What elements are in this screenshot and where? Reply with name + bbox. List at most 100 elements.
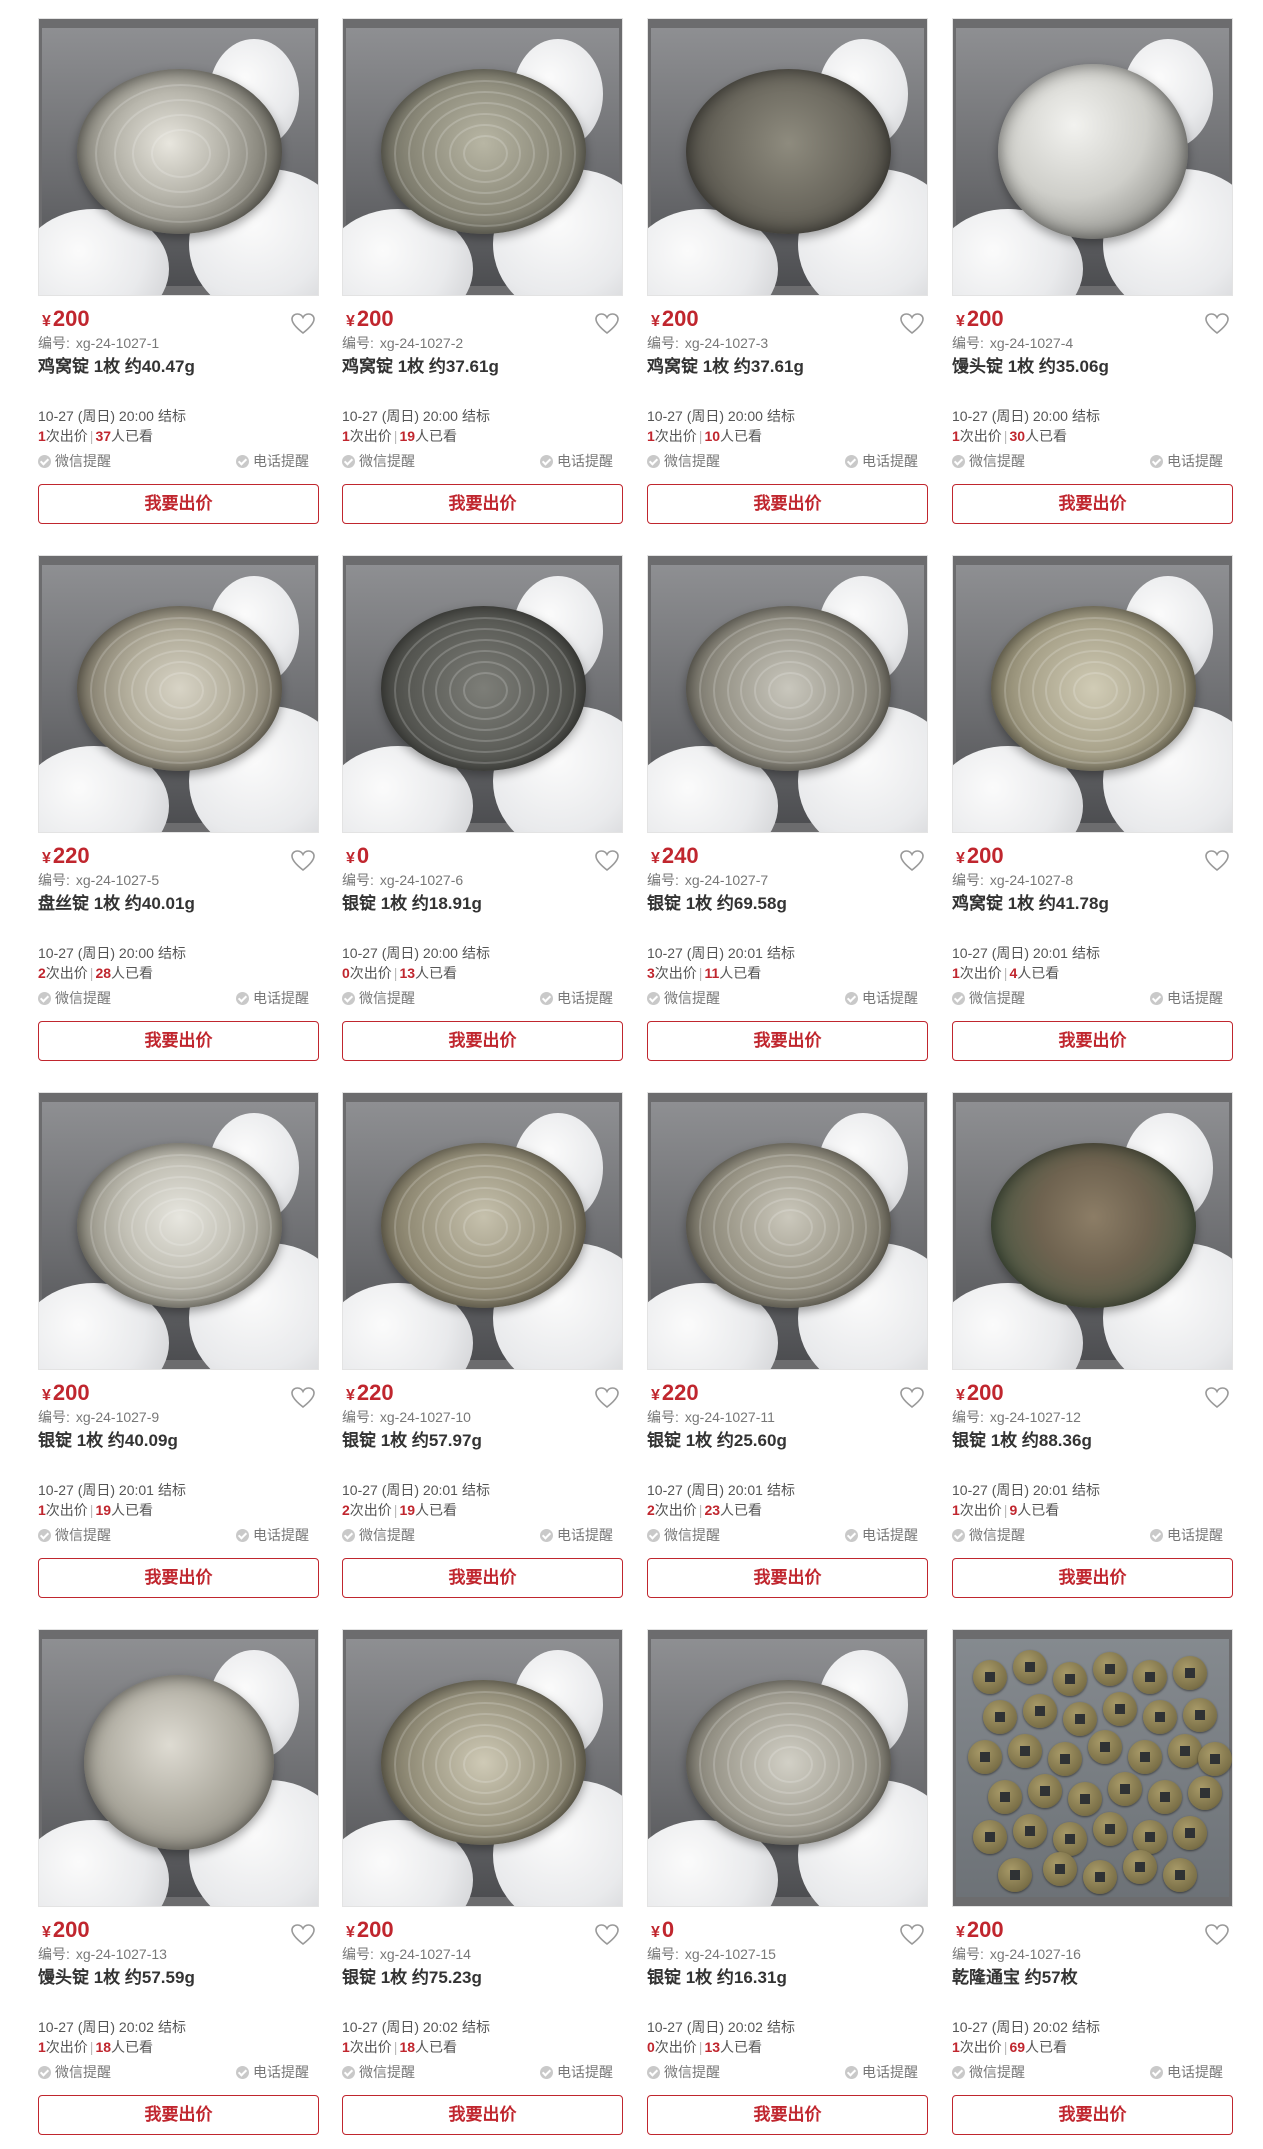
lot-photo[interactable]: [38, 18, 319, 296]
place-bid-button[interactable]: 我要出价: [647, 1558, 928, 1598]
favorite-heart-icon[interactable]: [1204, 849, 1230, 873]
place-bid-button[interactable]: 我要出价: [647, 484, 928, 524]
wechat-reminder-toggle[interactable]: 微信提醒: [342, 2063, 415, 2081]
lot-photo[interactable]: [952, 18, 1233, 296]
favorite-heart-icon[interactable]: [899, 1386, 925, 1410]
place-bid-button[interactable]: 我要出价: [342, 484, 623, 524]
lot-title[interactable]: 银锭 1枚 约40.09g: [38, 1430, 178, 1452]
place-bid-button[interactable]: 我要出价: [952, 484, 1233, 524]
wechat-reminder-toggle[interactable]: 微信提醒: [647, 2063, 720, 2081]
lot-title[interactable]: 鸡窝锭 1枚 约37.61g: [342, 356, 499, 378]
wechat-reminder-toggle[interactable]: 微信提醒: [647, 989, 720, 1007]
lot-photo[interactable]: [342, 1092, 623, 1370]
wechat-reminder-toggle[interactable]: 微信提醒: [952, 2063, 1025, 2081]
lot-title[interactable]: 鸡窝锭 1枚 约40.47g: [38, 356, 195, 378]
lot-photo[interactable]: [952, 1629, 1233, 1907]
favorite-heart-icon[interactable]: [594, 1386, 620, 1410]
place-bid-button[interactable]: 我要出价: [38, 484, 319, 524]
wechat-reminder-toggle[interactable]: 微信提醒: [342, 1526, 415, 1544]
place-bid-button[interactable]: 我要出价: [952, 1021, 1233, 1061]
lot-title[interactable]: 鸡窝锭 1枚 约37.61g: [647, 356, 804, 378]
lot-title[interactable]: 乾隆通宝 约57枚: [952, 1967, 1078, 1989]
phone-reminder-toggle[interactable]: 电话提醒: [540, 452, 613, 470]
lot-title[interactable]: 银锭 1枚 约18.91g: [342, 893, 482, 915]
wechat-reminder-toggle[interactable]: 微信提醒: [38, 989, 111, 1007]
place-bid-button[interactable]: 我要出价: [952, 1558, 1233, 1598]
lot-photo[interactable]: [647, 18, 928, 296]
phone-reminder-toggle[interactable]: 电话提醒: [540, 1526, 613, 1544]
place-bid-button[interactable]: 我要出价: [38, 1021, 319, 1061]
wechat-reminder-toggle[interactable]: 微信提醒: [342, 989, 415, 1007]
lot-photo[interactable]: [38, 1629, 319, 1907]
favorite-heart-icon[interactable]: [1204, 1923, 1230, 1947]
lot-title[interactable]: 银锭 1枚 约25.60g: [647, 1430, 787, 1452]
wechat-reminder-toggle[interactable]: 微信提醒: [952, 1526, 1025, 1544]
phone-reminder-toggle[interactable]: 电话提醒: [236, 989, 309, 1007]
place-bid-button[interactable]: 我要出价: [38, 1558, 319, 1598]
favorite-heart-icon[interactable]: [899, 849, 925, 873]
wechat-reminder-toggle[interactable]: 微信提醒: [952, 452, 1025, 470]
phone-reminder-toggle[interactable]: 电话提醒: [236, 1526, 309, 1544]
favorite-heart-icon[interactable]: [290, 849, 316, 873]
favorite-heart-icon[interactable]: [594, 312, 620, 336]
phone-reminder-toggle[interactable]: 电话提醒: [236, 452, 309, 470]
lot-photo[interactable]: [647, 1629, 928, 1907]
lot-code: 编号: xg-24-1027-6: [342, 871, 463, 889]
favorite-heart-icon[interactable]: [290, 1923, 316, 1947]
lot-title[interactable]: 银锭 1枚 约88.36g: [952, 1430, 1092, 1452]
wechat-reminder-toggle[interactable]: 微信提醒: [38, 1526, 111, 1544]
place-bid-button[interactable]: 我要出价: [342, 2095, 623, 2135]
lot-photo[interactable]: [952, 1092, 1233, 1370]
place-bid-button[interactable]: 我要出价: [38, 2095, 319, 2135]
phone-reminder-toggle[interactable]: 电话提醒: [1150, 2063, 1223, 2081]
lot-photo[interactable]: [342, 555, 623, 833]
lot-title[interactable]: 银锭 1枚 约16.31g: [647, 1967, 787, 1989]
phone-reminder-toggle[interactable]: 电话提醒: [845, 452, 918, 470]
lot-title[interactable]: 馒头锭 1枚 约35.06g: [952, 356, 1109, 378]
place-bid-button[interactable]: 我要出价: [342, 1021, 623, 1061]
lot-photo[interactable]: [38, 1092, 319, 1370]
lot-title[interactable]: 银锭 1枚 约57.97g: [342, 1430, 482, 1452]
place-bid-button[interactable]: 我要出价: [647, 2095, 928, 2135]
phone-reminder-toggle[interactable]: 电话提醒: [236, 2063, 309, 2081]
wechat-reminder-toggle[interactable]: 微信提醒: [647, 1526, 720, 1544]
check-circle-icon: [845, 2065, 858, 2079]
lot-photo[interactable]: [647, 1092, 928, 1370]
wechat-reminder-toggle[interactable]: 微信提醒: [647, 452, 720, 470]
phone-reminder-toggle[interactable]: 电话提醒: [1150, 1526, 1223, 1544]
lot-title[interactable]: 银锭 1枚 约75.23g: [342, 1967, 482, 1989]
phone-reminder-toggle[interactable]: 电话提醒: [845, 1526, 918, 1544]
favorite-heart-icon[interactable]: [899, 1923, 925, 1947]
lot-code: 编号: xg-24-1027-11: [647, 1408, 775, 1426]
favorite-heart-icon[interactable]: [1204, 312, 1230, 336]
favorite-heart-icon[interactable]: [290, 312, 316, 336]
wechat-reminder-toggle[interactable]: 微信提醒: [38, 452, 111, 470]
phone-reminder-toggle[interactable]: 电话提醒: [845, 989, 918, 1007]
place-bid-button[interactable]: 我要出价: [647, 1021, 928, 1061]
wechat-reminder-toggle[interactable]: 微信提醒: [342, 452, 415, 470]
lot-photo[interactable]: [342, 18, 623, 296]
lot-photo[interactable]: [38, 555, 319, 833]
phone-reminder-toggle[interactable]: 电话提醒: [540, 2063, 613, 2081]
favorite-heart-icon[interactable]: [1204, 1386, 1230, 1410]
place-bid-button[interactable]: 我要出价: [952, 2095, 1233, 2135]
phone-reminder-toggle[interactable]: 电话提醒: [1150, 989, 1223, 1007]
favorite-heart-icon[interactable]: [594, 1923, 620, 1947]
phone-reminder-toggle[interactable]: 电话提醒: [845, 2063, 918, 2081]
place-bid-button[interactable]: 我要出价: [342, 1558, 623, 1598]
phone-reminder-toggle[interactable]: 电话提醒: [1150, 452, 1223, 470]
lot-photo[interactable]: [647, 555, 928, 833]
lot-title[interactable]: 鸡窝锭 1枚 约41.78g: [952, 893, 1109, 915]
wechat-reminder-toggle[interactable]: 微信提醒: [952, 989, 1025, 1007]
phone-reminder-toggle[interactable]: 电话提醒: [540, 989, 613, 1007]
lot-photo[interactable]: [342, 1629, 623, 1907]
favorite-heart-icon[interactable]: [290, 1386, 316, 1410]
lot-photo[interactable]: [952, 555, 1233, 833]
deadline-time: 10-27 (周日) 20:02: [342, 2019, 458, 2035]
lot-title[interactable]: 银锭 1枚 约69.58g: [647, 893, 787, 915]
lot-title[interactable]: 馒头锭 1枚 约57.59g: [38, 1967, 195, 1989]
favorite-heart-icon[interactable]: [594, 849, 620, 873]
favorite-heart-icon[interactable]: [899, 312, 925, 336]
wechat-reminder-toggle[interactable]: 微信提醒: [38, 2063, 111, 2081]
lot-title[interactable]: 盘丝锭 1枚 约40.01g: [38, 893, 195, 915]
